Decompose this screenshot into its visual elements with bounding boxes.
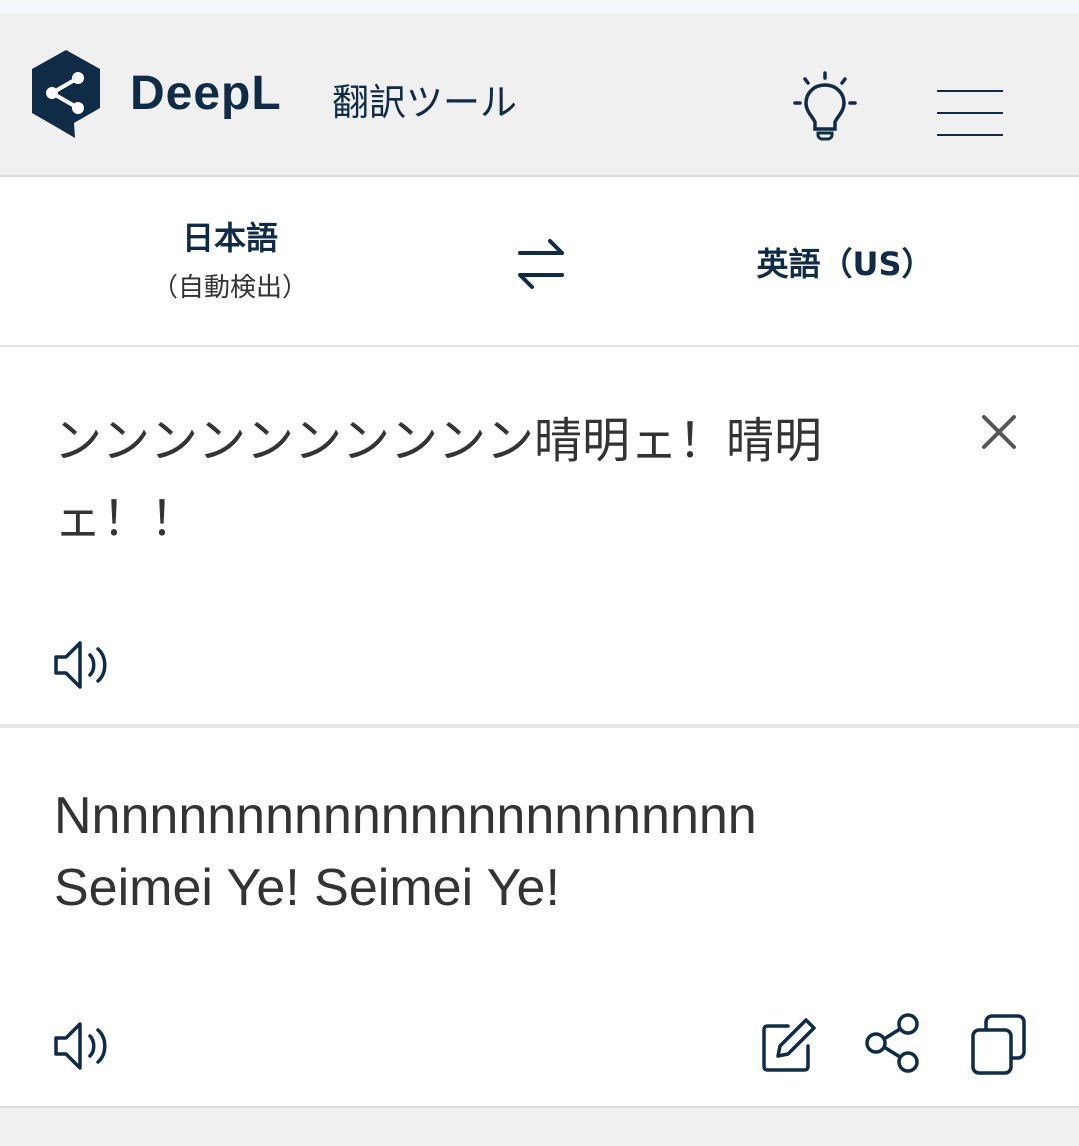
translated-line-2: Seimei Ye! Seimei Ye! (54, 859, 560, 917)
source-text-input[interactable]: ンンンンンンンンンン晴明ェ！晴明ェ！！ (54, 402, 934, 558)
brand-subtitle: 翻訳ツール (332, 81, 517, 124)
edit-pencil-icon[interactable] (760, 1016, 818, 1074)
lightbulb-icon[interactable] (792, 71, 858, 141)
translated-line-1: Nnnnnnnnnnnnnnnnnnnnnnnn (54, 787, 757, 845)
share-icon[interactable] (864, 1012, 922, 1074)
source-text-panel[interactable]: ンンンンンンンンンン晴明ェ！晴明ェ！！ (0, 347, 1079, 724)
language-selector-bar: 日本語 （自動検出） 英語（US） (0, 177, 1079, 347)
source-language-detect-label: （自動検出） (151, 273, 308, 303)
brand-name: DeepL (130, 67, 282, 120)
copy-icon[interactable] (970, 1014, 1028, 1076)
swap-arrows-icon[interactable] (512, 235, 570, 293)
menu-line (937, 134, 1003, 136)
menu-line (937, 90, 1003, 92)
status-strip (0, 0, 1079, 14)
deepl-logo-icon[interactable] (28, 48, 104, 140)
app-header: DeepL 翻訳ツール (0, 14, 1079, 177)
hamburger-menu-icon[interactable] (937, 90, 1003, 138)
target-text-panel: Nnnnnnnnnnnnnnnnnnnnnnnn Seimei Ye! Seim… (0, 728, 1079, 1106)
speaker-icon[interactable] (52, 1020, 116, 1072)
source-language-button[interactable]: 日本語 （自動検出） (120, 213, 340, 304)
target-language-button[interactable]: 英語（US） (700, 239, 990, 285)
source-language-label: 日本語 (181, 219, 278, 257)
close-icon[interactable] (978, 411, 1020, 453)
speaker-icon[interactable] (52, 639, 116, 691)
page-footer (0, 1106, 1079, 1146)
translated-text: Nnnnnnnnnnnnnnnnnnnnnnnn Seimei Ye! Seim… (54, 780, 994, 924)
menu-line (937, 112, 1003, 114)
